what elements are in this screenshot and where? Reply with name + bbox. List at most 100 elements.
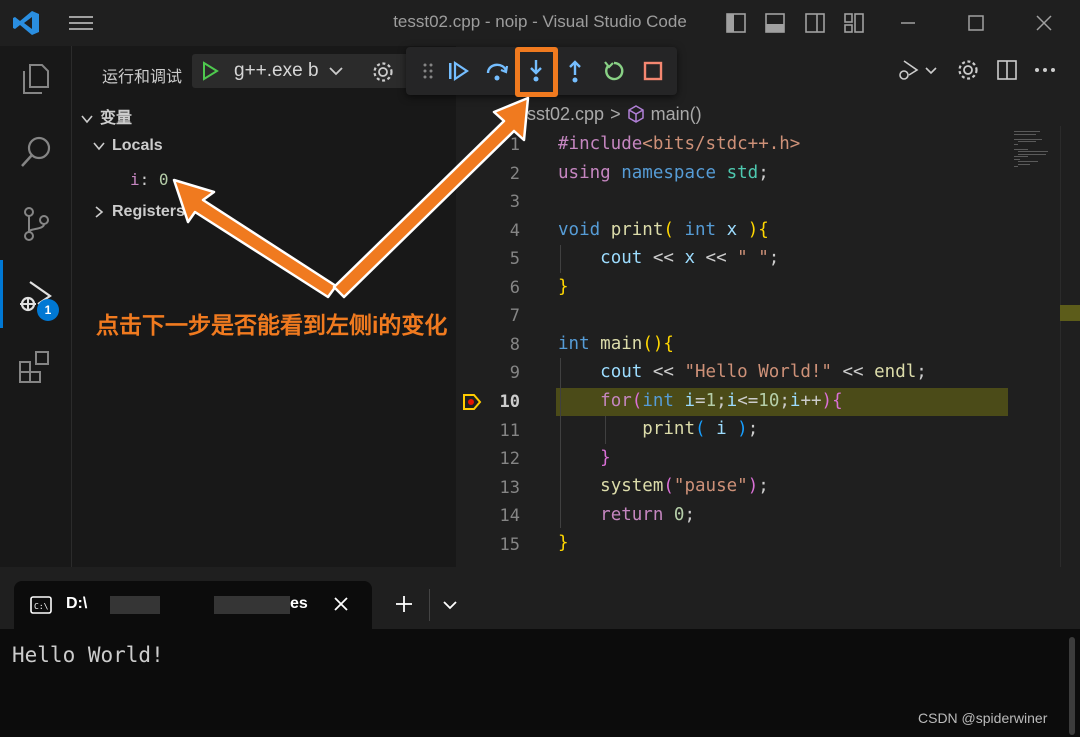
source-control-icon[interactable]: [16, 204, 56, 244]
explorer-icon[interactable]: [16, 59, 56, 99]
minimap-line: [1018, 151, 1048, 152]
close-tab-icon[interactable]: [332, 595, 350, 613]
variable-name: i: [130, 170, 140, 189]
minimap-line: [1014, 158, 1020, 160]
code-line-13[interactable]: system("pause");: [558, 476, 769, 496]
variable-colon: :: [139, 170, 150, 189]
redacted-path-block: [110, 596, 160, 614]
new-tab-plus-icon[interactable]: [394, 594, 414, 614]
window-title: tesst02.cpp - noip - Visual Studio Code: [393, 12, 687, 31]
code-line-1[interactable]: #include<bits/stdc++.h>: [558, 134, 800, 154]
code-line-11[interactable]: print( i );: [558, 419, 758, 439]
minimap-line: [1014, 131, 1040, 132]
breadcrumb-file[interactable]: tesst02.cpp: [512, 104, 604, 124]
code-line-12[interactable]: }: [558, 448, 611, 468]
line-number: 10: [499, 391, 520, 412]
locals-scope[interactable]: Locals: [92, 137, 163, 155]
toggle-primary-sidebar-icon[interactable]: [724, 11, 748, 35]
code-line-10[interactable]: for(int i=1;i<=10;i++){: [558, 391, 842, 411]
minimap-line: [1018, 161, 1038, 162]
chevron-down-icon[interactable]: [442, 598, 458, 612]
line-number: 4: [509, 220, 520, 241]
breadcrumb: tesst02.cpp > main(): [486, 104, 702, 125]
restart-icon[interactable]: [600, 57, 628, 85]
title-bar: tesst02.cpp - noip - Visual Studio Code: [0, 0, 1080, 46]
code-line-14[interactable]: return 0;: [558, 505, 695, 525]
code-line-8[interactable]: int main(){: [558, 334, 674, 354]
variables-section-header[interactable]: 变量: [80, 104, 132, 128]
terminal-tab[interactable]: C:\ D:\ es: [14, 581, 372, 629]
toggle-panel-icon[interactable]: [763, 11, 787, 35]
line-number: 9: [509, 363, 520, 384]
minimap-separator: [1060, 126, 1061, 567]
continue-icon[interactable]: [444, 57, 472, 85]
drag-grip-icon[interactable]: [422, 61, 434, 81]
terminal-tab-title-end: es: [290, 595, 308, 612]
variable-row[interactable]: i: 0: [130, 170, 169, 189]
registers-scope[interactable]: Registers: [92, 203, 185, 221]
minimap-line: [1014, 143, 1018, 145]
locals-label: Locals: [112, 137, 163, 154]
activity-bar: 1: [0, 46, 72, 567]
registers-label: Registers: [112, 203, 185, 220]
code-line-6[interactable]: }: [558, 277, 569, 297]
code-line-15[interactable]: }: [558, 533, 569, 553]
vscode-logo-icon: [13, 11, 39, 35]
line-number: 15: [499, 534, 520, 555]
terminal-tab-title-start: D:\: [66, 595, 88, 612]
menu-icon[interactable]: [66, 12, 96, 34]
current-execution-arrow-icon: [463, 394, 482, 410]
line-number: 8: [509, 334, 520, 355]
breadcrumb-separator: >: [610, 104, 621, 124]
step-over-icon[interactable]: [483, 57, 511, 85]
split-editor-icon[interactable]: [995, 58, 1019, 82]
code-line-4[interactable]: void print( int x ){: [558, 220, 769, 240]
minimap-line: [1018, 141, 1036, 142]
watermark: CSDN @spiderwiner: [918, 710, 1048, 726]
line-number: 14: [499, 506, 520, 527]
variable-value: 0: [158, 170, 169, 189]
line-number: 2: [509, 163, 520, 184]
stop-icon[interactable]: [639, 57, 667, 85]
search-icon[interactable]: [16, 132, 56, 172]
indent-guide: [560, 358, 561, 528]
toggle-secondary-sidebar-icon[interactable]: [803, 11, 827, 35]
chevron-down-icon[interactable]: [922, 58, 940, 82]
maximize-icon[interactable]: [964, 11, 988, 35]
line-number: 12: [499, 449, 520, 470]
redacted-path-block: [214, 596, 290, 614]
terminal-scrollbar[interactable]: [1069, 637, 1075, 735]
step-out-icon[interactable]: [561, 57, 589, 85]
breadcrumb-symbol[interactable]: main(): [651, 104, 702, 124]
terminal-output: Hello World!: [12, 643, 164, 667]
line-number: 11: [499, 420, 520, 441]
settings-gear-icon[interactable]: [956, 58, 980, 82]
extensions-icon[interactable]: [16, 348, 56, 388]
chevron-down-icon[interactable]: [328, 64, 344, 78]
annotation-text: 点击下一步是否能看到左侧i的变化: [96, 312, 448, 338]
tab-strip-divider: [429, 589, 430, 621]
start-debugging-icon[interactable]: [200, 61, 220, 81]
more-actions-icon[interactable]: [1033, 58, 1057, 82]
minimap-line: [1014, 148, 1028, 150]
minimap-current-line: [1060, 305, 1080, 321]
svg-text:C:\: C:\: [34, 602, 49, 611]
chevron-down-icon: [81, 115, 93, 124]
launch-config-name: g++.exe b: [234, 60, 319, 81]
chevron-down-icon: [93, 142, 105, 151]
code-line-2[interactable]: using namespace std;: [558, 163, 769, 183]
launch-config-dropdown[interactable]: g++.exe b: [192, 54, 432, 88]
method-cube-icon: [627, 105, 644, 123]
code-line-5[interactable]: cout << x << " ";: [558, 248, 779, 268]
minimap-line: [1018, 163, 1030, 165]
line-number: 5: [509, 249, 520, 270]
run-debug-action-icon[interactable]: [896, 58, 920, 82]
active-indicator: [0, 260, 3, 328]
minimize-icon[interactable]: [896, 11, 920, 35]
customize-layout-icon[interactable]: [842, 11, 866, 35]
line-number: 1: [509, 135, 520, 155]
open-launch-json-gear-icon[interactable]: [371, 60, 395, 84]
step-into-highlight-box: [515, 47, 558, 97]
close-window-icon[interactable]: [1032, 11, 1056, 35]
code-line-9[interactable]: cout << "Hello World!" << endl;: [558, 362, 927, 382]
